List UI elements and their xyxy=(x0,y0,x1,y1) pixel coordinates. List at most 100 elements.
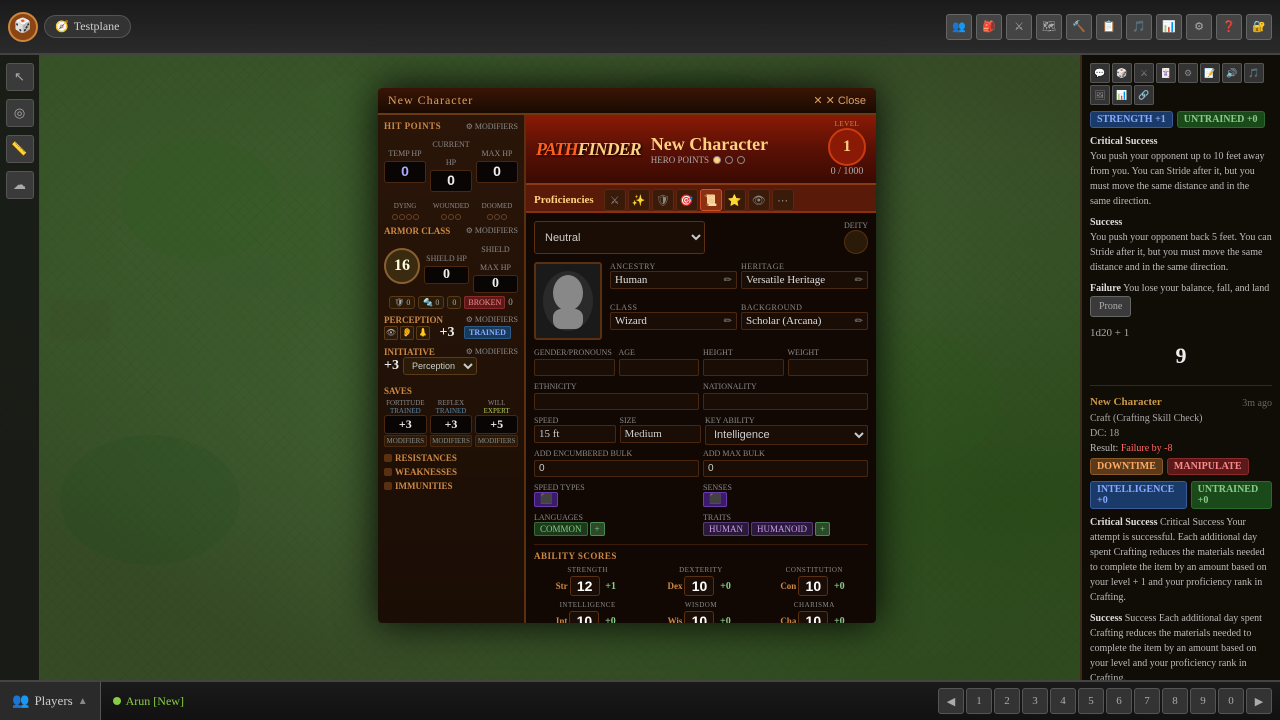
will-mod-btn[interactable]: MODIFIERS xyxy=(475,435,518,447)
rp-tool-11[interactable]: 🔗 xyxy=(1134,85,1154,105)
temp-hp-input[interactable] xyxy=(384,161,426,183)
tab-attacks[interactable]: ⚔ xyxy=(604,189,626,211)
doomed-pip-1[interactable] xyxy=(487,214,493,220)
tab-spells[interactable]: ✨ xyxy=(628,189,650,211)
cha-input[interactable] xyxy=(798,611,828,623)
ethnicity-input[interactable] xyxy=(534,393,699,410)
bottom-num-5[interactable]: 5 xyxy=(1078,688,1104,714)
reflex-val[interactable]: +3 xyxy=(430,415,473,434)
ac-value[interactable]: 16 xyxy=(384,248,420,284)
app-logo[interactable]: 🎲 xyxy=(8,12,38,42)
reflex-mod-btn[interactable]: MODIFIERS xyxy=(430,435,473,447)
tool-btn-5[interactable]: 🔨 xyxy=(1066,14,1092,40)
con-input[interactable] xyxy=(798,576,828,596)
hardness-btn2[interactable]: 🔩 0 xyxy=(418,296,444,309)
hero-pip-1[interactable] xyxy=(713,156,721,164)
class-edit-btn[interactable]: ✏ xyxy=(724,316,732,327)
rp-tool-10[interactable]: 📊 xyxy=(1112,85,1132,105)
add-trait-btn[interactable]: + xyxy=(815,522,830,536)
dying-pip-3[interactable] xyxy=(406,214,412,220)
hero-pip-3[interactable] xyxy=(737,156,745,164)
wounded-pip-2[interactable] xyxy=(448,214,454,220)
close-button[interactable]: ✕ ✕ Close xyxy=(813,94,866,107)
max-bulk-input[interactable] xyxy=(703,460,868,477)
wis-input[interactable] xyxy=(684,611,714,623)
dex-input[interactable] xyxy=(684,576,714,596)
tool-btn-2[interactable]: 🎒 xyxy=(976,14,1002,40)
rp-tool-4[interactable]: 🃏 xyxy=(1156,63,1176,83)
tab-perception2[interactable]: 👁 xyxy=(748,189,770,211)
height-input[interactable] xyxy=(703,359,784,376)
tab-skills[interactable]: 📜 xyxy=(700,189,722,211)
int-input[interactable] xyxy=(569,611,599,623)
deity-icon[interactable] xyxy=(844,230,868,254)
tool-btn-4[interactable]: 🗺 xyxy=(1036,14,1062,40)
bottom-num-4[interactable]: 4 xyxy=(1050,688,1076,714)
rp-tool-9[interactable]: 🖼 xyxy=(1090,85,1110,105)
rp-tool-2[interactable]: 🎲 xyxy=(1112,63,1132,83)
portrait-box[interactable] xyxy=(534,262,602,340)
bottom-num-6[interactable]: 6 xyxy=(1106,688,1132,714)
init-modifiers-btn[interactable]: ⚙ MODIFIERS xyxy=(466,347,518,356)
tool-btn-3[interactable]: ⚔ xyxy=(1006,14,1032,40)
perc-modifiers-btn[interactable]: ⚙ MODIFIERS xyxy=(466,315,518,324)
background-edit-btn[interactable]: ✏ xyxy=(855,316,863,327)
tool-btn-9[interactable]: ⚙ xyxy=(1186,14,1212,40)
key-ability-select[interactable]: Intelligence xyxy=(705,425,868,445)
encumbered-input[interactable] xyxy=(534,460,699,477)
bottom-num-2[interactable]: 2 xyxy=(994,688,1020,714)
bottom-num-8[interactable]: 8 xyxy=(1162,688,1188,714)
tab-saves2[interactable]: 🎯 xyxy=(676,189,698,211)
weight-input[interactable] xyxy=(788,359,869,376)
rp-tool-7[interactable]: 🔊 xyxy=(1222,63,1242,83)
tool-btn-10[interactable]: ❓ xyxy=(1216,14,1242,40)
sidebar-select-tool[interactable]: ↖ xyxy=(6,63,34,91)
sidebar-fog-tool[interactable]: ☁ xyxy=(6,171,34,199)
hardness-btn[interactable]: 🛡 0 xyxy=(389,296,415,309)
hearing-icon[interactable]: 👂 xyxy=(400,326,414,340)
tool-btn-1[interactable]: 👥 xyxy=(946,14,972,40)
bottom-num-1[interactable]: 1 xyxy=(966,688,992,714)
age-input[interactable] xyxy=(619,359,700,376)
perc-val[interactable]: +3 xyxy=(433,325,461,341)
hardness-btn3[interactable]: 0 xyxy=(447,296,461,309)
fort-val[interactable]: +3 xyxy=(384,415,427,434)
doomed-pip-3[interactable] xyxy=(501,214,507,220)
bottom-num-3[interactable]: 3 xyxy=(1022,688,1048,714)
tool-btn-6[interactable]: 📋 xyxy=(1096,14,1122,40)
fort-mod-btn[interactable]: MODIFIERS xyxy=(384,435,427,447)
bottom-nav-prev[interactable]: ◀ xyxy=(938,688,964,714)
rp-tool-1[interactable]: 💬 xyxy=(1090,63,1110,83)
str-input[interactable] xyxy=(570,576,600,596)
vision-icon[interactable]: 👁 xyxy=(384,326,398,340)
gender-input[interactable] xyxy=(534,359,615,376)
dying-pip-4[interactable] xyxy=(413,214,419,220)
wounded-pip-1[interactable] xyxy=(441,214,447,220)
tool-btn-11[interactable]: 🔐 xyxy=(1246,14,1272,40)
tab-class[interactable]: ⭐ xyxy=(724,189,746,211)
tab-armor[interactable]: 🛡 xyxy=(652,189,674,211)
wounded-pip-3[interactable] xyxy=(455,214,461,220)
dying-pip-2[interactable] xyxy=(399,214,405,220)
scene-title[interactable]: 🧭 Testplane xyxy=(44,15,131,38)
ac-modifiers-btn[interactable]: ⚙ MODIFIERS xyxy=(466,226,518,236)
alignment-select[interactable]: Neutral xyxy=(534,221,705,254)
hero-pip-2[interactable] xyxy=(725,156,733,164)
heritage-edit-btn[interactable]: ✏ xyxy=(855,275,863,286)
smell-icon[interactable]: 👃 xyxy=(416,326,430,340)
bottom-num-9[interactable]: 9 xyxy=(1190,688,1216,714)
hp-modifiers-btn[interactable]: ⚙ MODIFIERS xyxy=(466,122,518,131)
add-lang-btn[interactable]: + xyxy=(590,522,605,536)
rp-tool-8[interactable]: 🎵 xyxy=(1244,63,1264,83)
sidebar-measure-tool[interactable]: 📏 xyxy=(6,135,34,163)
sidebar-token-tool[interactable]: ◎ xyxy=(6,99,34,127)
bottom-nav-next[interactable]: ▶ xyxy=(1246,688,1272,714)
bottom-num-7[interactable]: 7 xyxy=(1134,688,1160,714)
tool-btn-8[interactable]: 📊 xyxy=(1156,14,1182,40)
dying-pip-1[interactable] xyxy=(392,214,398,220)
bottom-num-0[interactable]: 0 xyxy=(1218,688,1244,714)
nationality-input[interactable] xyxy=(703,393,868,410)
init-skill-select[interactable]: Perception xyxy=(403,357,477,375)
init-val[interactable]: +3 xyxy=(384,358,399,374)
tool-btn-7[interactable]: 🎵 xyxy=(1126,14,1152,40)
